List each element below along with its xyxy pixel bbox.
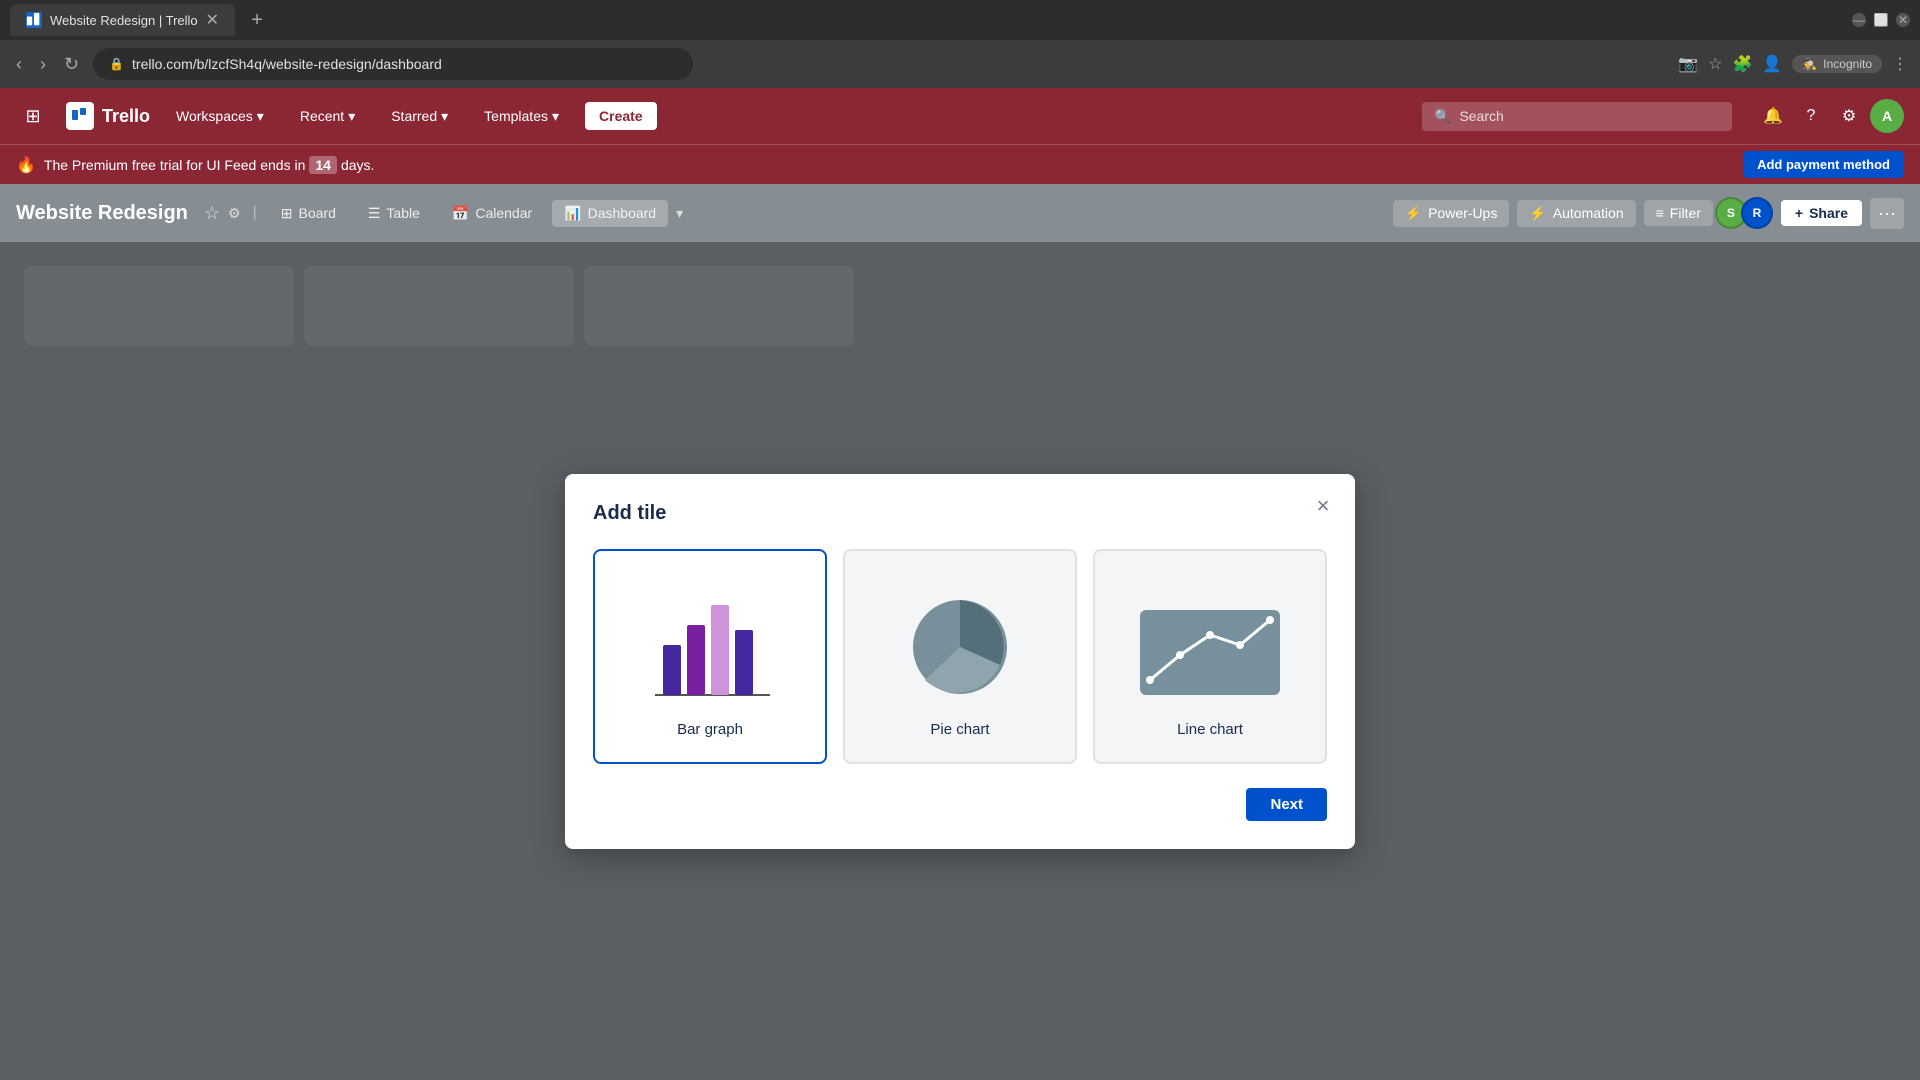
url-text: trello.com/b/lzcfSh4q/website-redesign/d… xyxy=(132,56,442,72)
menu-icon[interactable]: ⋮ xyxy=(1892,54,1908,74)
back-button[interactable]: ‹ xyxy=(12,50,26,79)
board-actions: ⚡ Power-Ups ⚡ Automation ≡ Filter S R + xyxy=(1393,197,1904,229)
create-button[interactable]: Create xyxy=(585,102,657,130)
view-table[interactable]: ☰ Table xyxy=(356,200,432,227)
board-title: Website Redesign xyxy=(16,202,188,225)
modal-overlay: Add tile × xyxy=(0,242,1920,1080)
pie-chart-icon xyxy=(880,575,1040,705)
profile-icon[interactable]: 👤 xyxy=(1762,54,1782,74)
nav-logo-text: Trello xyxy=(102,106,150,127)
power-ups-button[interactable]: ⚡ Power-Ups xyxy=(1393,200,1510,227)
calendar-view-icon: 📅 xyxy=(452,205,469,222)
member-avatar-2[interactable]: R xyxy=(1741,197,1773,229)
board-content: Add tile × xyxy=(0,242,1920,1080)
separator: | xyxy=(253,204,257,222)
days-badge: 14 xyxy=(309,156,337,174)
view-board[interactable]: ⊞ Board xyxy=(269,200,348,227)
chart-option-line-chart[interactable]: Line chart xyxy=(1093,549,1327,764)
tab-favicon xyxy=(26,12,42,28)
tab-title: Website Redesign | Trello xyxy=(50,13,198,28)
camera-icon[interactable]: 📷 xyxy=(1678,54,1698,74)
chevron-down-icon: ▾ xyxy=(441,108,448,125)
banner-text-after: days. xyxy=(341,157,374,173)
modal-close-button[interactable]: × xyxy=(1307,490,1339,522)
nav-icons: 🔔 ? ⚙ A xyxy=(1756,99,1904,133)
chevron-down-icon: ▾ xyxy=(552,108,559,125)
chart-option-bar-graph[interactable]: Bar graph xyxy=(593,549,827,764)
line-chart-label: Line chart xyxy=(1177,721,1243,738)
browser-titlebar: Website Redesign | Trello ✕ + — ⬜ ✕ xyxy=(0,0,1920,40)
board-view-icon: ⊞ xyxy=(281,205,293,222)
help-icon[interactable]: ? xyxy=(1794,99,1828,133)
incognito-icon: 🕵️ xyxy=(1802,57,1817,71)
filter-icon: ≡ xyxy=(1656,205,1664,221)
browser-actions: 📷 ☆ 🧩 👤 🕵️ Incognito ⋮ xyxy=(1678,54,1908,74)
trello-logo-icon xyxy=(66,102,94,130)
top-nav: ⊞ Trello Workspaces ▾ Recent ▾ Starred ▾… xyxy=(0,88,1920,144)
browser-frame: Website Redesign | Trello ✕ + — ⬜ ✕ ‹ › … xyxy=(0,0,1920,1080)
window-controls: — ⬜ ✕ xyxy=(1852,13,1910,27)
extensions-icon[interactable]: 🧩 xyxy=(1733,54,1753,74)
line-chart-icon xyxy=(1130,575,1290,705)
board-members: S R xyxy=(1721,197,1773,229)
address-bar-container: ‹ › ↻ 🔒 trello.com/b/lzcfSh4q/website-re… xyxy=(0,40,1920,88)
modal-footer: Next xyxy=(593,788,1327,821)
nav-recent[interactable]: Recent ▾ xyxy=(290,102,365,131)
close-tab-button[interactable]: ✕ xyxy=(206,10,219,30)
user-avatar[interactable]: A xyxy=(1870,99,1904,133)
board-settings-icon[interactable]: ⚙ xyxy=(228,205,241,222)
more-options-button[interactable]: ··· xyxy=(1870,198,1904,229)
power-ups-icon: ⚡ xyxy=(1405,205,1422,222)
automation-icon: ⚡ xyxy=(1529,205,1546,222)
search-bar[interactable]: 🔍 xyxy=(1422,102,1732,131)
view-dashboard[interactable]: 📊 Dashboard xyxy=(552,200,668,227)
new-tab-button[interactable]: + xyxy=(243,6,271,34)
incognito-badge: 🕵️ Incognito xyxy=(1792,55,1882,73)
nav-logo: Trello xyxy=(66,102,150,130)
more-views-icon[interactable]: ▾ xyxy=(676,205,683,222)
lock-icon: 🔒 xyxy=(109,57,124,71)
forward-button[interactable]: › xyxy=(36,50,50,79)
address-bar[interactable]: 🔒 trello.com/b/lzcfSh4q/website-redesign… xyxy=(93,48,693,80)
chevron-down-icon: ▾ xyxy=(348,108,355,125)
automation-button[interactable]: ⚡ Automation xyxy=(1517,200,1635,227)
chevron-down-icon: ▾ xyxy=(257,108,264,125)
settings-icon[interactable]: ⚙ xyxy=(1832,99,1866,133)
browser-tab[interactable]: Website Redesign | Trello ✕ xyxy=(10,4,235,36)
nav-templates[interactable]: Templates ▾ xyxy=(474,102,569,131)
refresh-button[interactable]: ↻ xyxy=(60,50,83,79)
filter-button[interactable]: ≡ Filter xyxy=(1644,200,1713,226)
nav-starred[interactable]: Starred ▾ xyxy=(381,102,458,131)
fire-icon: 🔥 xyxy=(16,155,36,175)
board-star-icon[interactable]: ☆ xyxy=(204,203,220,224)
dashboard-view-icon: 📊 xyxy=(564,205,581,222)
next-button[interactable]: Next xyxy=(1246,788,1327,821)
board-header: Website Redesign ☆ ⚙ | ⊞ Board ☰ Table 📅… xyxy=(0,184,1920,242)
chart-option-pie-chart[interactable]: Pie chart xyxy=(843,549,1077,764)
banner-text-before: The Premium free trial for UI Feed ends … xyxy=(44,157,305,173)
view-calendar[interactable]: 📅 Calendar xyxy=(440,200,544,227)
table-view-icon: ☰ xyxy=(368,205,381,222)
maximize-button[interactable]: ⬜ xyxy=(1874,13,1888,27)
pie-chart-label: Pie chart xyxy=(930,721,989,738)
app: ⊞ Trello Workspaces ▾ Recent ▾ Starred ▾… xyxy=(0,88,1920,1080)
modal-title: Add tile xyxy=(593,502,1327,525)
grid-icon[interactable]: ⊞ xyxy=(16,99,50,133)
nav-workspaces[interactable]: Workspaces ▾ xyxy=(166,102,274,131)
chart-options: Bar graph xyxy=(593,549,1327,764)
add-tile-modal: Add tile × xyxy=(565,474,1355,849)
bar-graph-icon xyxy=(630,575,790,705)
minimize-button[interactable]: — xyxy=(1852,13,1866,27)
add-payment-button[interactable]: Add payment method xyxy=(1743,151,1904,178)
bookmark-icon[interactable]: ☆ xyxy=(1708,54,1722,74)
bar-graph-label: Bar graph xyxy=(677,721,743,738)
share-button[interactable]: + Share xyxy=(1781,200,1862,226)
incognito-label: Incognito xyxy=(1823,57,1872,71)
search-input[interactable] xyxy=(1459,108,1720,124)
search-icon: 🔍 xyxy=(1434,108,1451,125)
notifications-icon[interactable]: 🔔 xyxy=(1756,99,1790,133)
share-icon: + xyxy=(1795,205,1803,221)
premium-banner: 🔥 The Premium free trial for UI Feed end… xyxy=(0,144,1920,184)
close-button[interactable]: ✕ xyxy=(1896,13,1910,27)
